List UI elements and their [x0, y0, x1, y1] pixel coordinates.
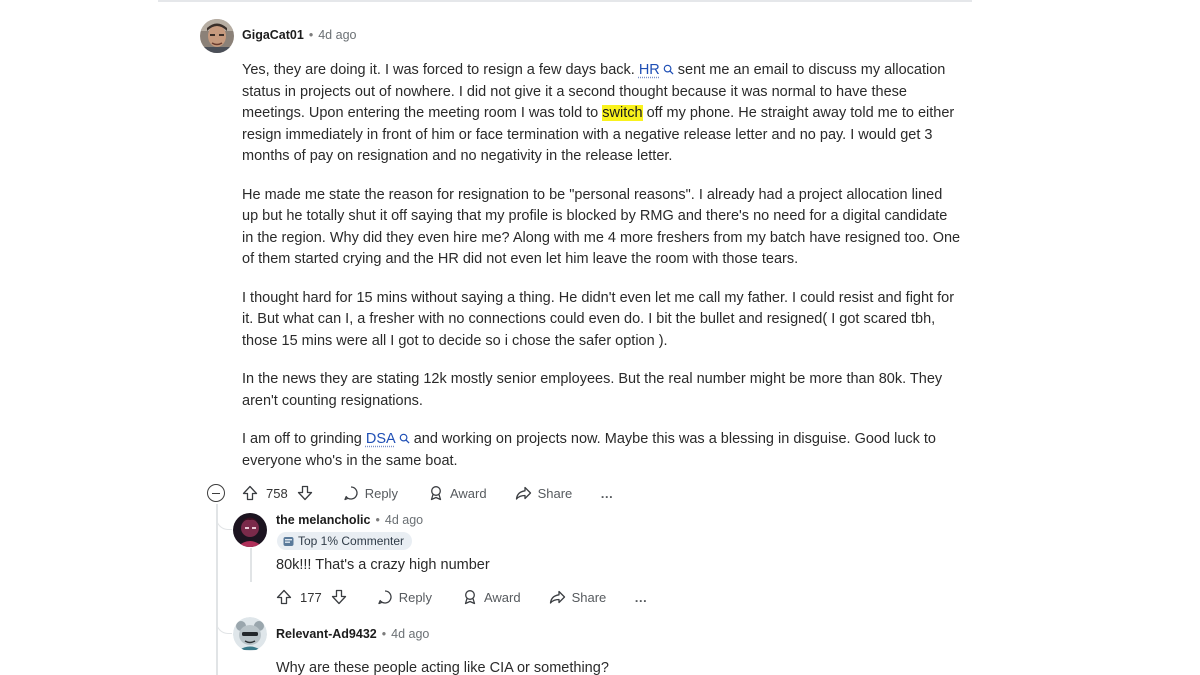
username[interactable]: Relevant-Ad9432 — [276, 627, 377, 641]
vote-score: 177 — [300, 589, 322, 605]
award-icon — [464, 590, 476, 605]
thread-branch — [216, 508, 232, 530]
upvote-button[interactable] — [276, 589, 292, 605]
downvote-button[interactable] — [331, 589, 347, 605]
thread-branch — [216, 610, 232, 634]
share-icon — [515, 486, 531, 500]
thread-line — [216, 504, 218, 675]
username[interactable]: GigaCat01 — [242, 28, 304, 42]
username[interactable]: the melancholic — [276, 513, 370, 527]
reply-thread-line — [250, 548, 252, 582]
award-icon — [430, 486, 442, 501]
separator-dot: • — [308, 28, 314, 42]
badge-label: Top 1% Commenter — [298, 534, 405, 548]
top-commenter-badge: Top 1% Commenter — [277, 532, 413, 550]
upvote-icon — [242, 485, 258, 501]
timestamp[interactable]: 4d ago — [318, 28, 356, 42]
downvote-icon — [331, 589, 346, 605]
share-button[interactable]: Share — [515, 485, 572, 501]
search-link-dsa[interactable]: DSA — [366, 431, 410, 447]
reply-button[interactable]: Reply — [377, 589, 432, 605]
more-options-button[interactable]: … — [634, 590, 648, 605]
search-icon — [399, 433, 410, 444]
timestamp[interactable]: 4d ago — [391, 627, 429, 641]
comment-meta: GigaCat01 • 4d ago — [242, 28, 356, 42]
share-icon — [549, 590, 565, 604]
avatar[interactable] — [233, 513, 267, 547]
speech-bubble-icon — [344, 486, 358, 501]
vote-score: 758 — [266, 485, 288, 501]
search-link-hr[interactable]: HR — [639, 62, 674, 78]
reply-body: Why are these people acting like CIA or … — [276, 660, 609, 675]
separator-dot: • — [375, 513, 380, 527]
separator-dot: • — [381, 627, 387, 641]
reply-button[interactable]: Reply — [343, 485, 398, 501]
speech-bubble-icon — [378, 590, 392, 605]
downvote-icon — [297, 485, 312, 501]
downvote-button[interactable] — [297, 485, 313, 501]
award-button[interactable]: Award — [462, 589, 521, 605]
top-divider — [158, 0, 972, 2]
comment-actions: 758 Reply Award Share … — [242, 481, 614, 505]
upvote-button[interactable] — [242, 485, 258, 501]
comment-paragraph: I thought hard for 15 mins without sayin… — [242, 289, 955, 349]
reply-meta: the melancholic • 4d ago — [276, 513, 423, 527]
avatar[interactable] — [233, 617, 267, 651]
highlighted-word: switch — [602, 105, 643, 121]
comment-paragraph: In the news they are stating 12k mostly … — [242, 371, 943, 409]
collapse-thread-button[interactable] — [207, 484, 225, 502]
search-icon — [663, 64, 674, 75]
more-options-icon: … — [600, 485, 615, 501]
more-options-button[interactable]: … — [600, 486, 614, 501]
timestamp[interactable]: 4d ago — [385, 513, 423, 527]
comment-paragraph: Yes, they are doing it. I was forced to … — [242, 62, 955, 164]
comment-body: Yes, they are doing it. I was forced to … — [242, 60, 962, 489]
upvote-icon — [276, 589, 292, 605]
comment-paragraph: He made me state the reason for resignat… — [242, 186, 961, 268]
reply-meta: Relevant-Ad9432 • 4d ago — [276, 627, 429, 641]
reply-actions: 177 Reply Award Share … — [276, 585, 648, 609]
more-options-icon: … — [634, 589, 649, 605]
share-button[interactable]: Share — [549, 589, 606, 605]
comment-paragraph: I am off to grinding DSA and working on … — [242, 431, 936, 469]
badge-icon — [283, 536, 294, 546]
reply-body: 80k!!! That's a crazy high number — [276, 557, 490, 573]
award-button[interactable]: Award — [428, 485, 487, 501]
avatar[interactable] — [200, 19, 234, 53]
